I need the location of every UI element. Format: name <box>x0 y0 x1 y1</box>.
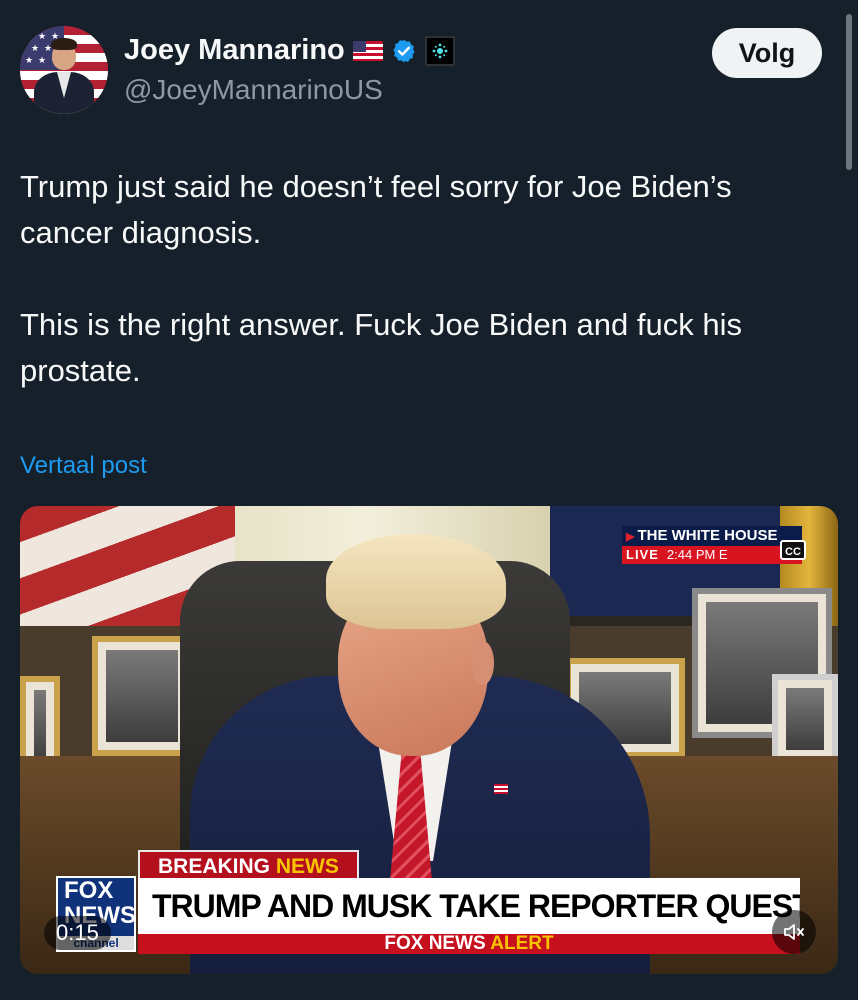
page-scrollbar[interactable] <box>846 14 852 170</box>
picture-frame <box>92 636 192 756</box>
post-header: ★★★ ★★ ★★★ Joey Mannarino @JoeyMannar <box>20 24 822 120</box>
bug-source: THE WHITE HOUSE <box>637 527 778 544</box>
author-name-row: Joey Mannarino <box>124 34 455 67</box>
affiliate-badge-icon[interactable] <box>424 35 455 66</box>
closed-captions-icon[interactable]: CC <box>780 540 806 560</box>
muted-speaker-icon <box>784 924 804 940</box>
author-handle[interactable]: @JoeyMannarinoUS <box>124 74 383 106</box>
verified-badge-icon[interactable] <box>391 38 417 64</box>
video-timestamp: 0:15 <box>44 916 111 950</box>
person-hair <box>326 534 506 629</box>
avatar[interactable]: ★★★ ★★ ★★★ <box>20 26 108 114</box>
news-headline: TRUMP AND MUSK TAKE REPORTER QUESTIONS <box>138 878 800 934</box>
play-triangle-icon: ▶ <box>626 531 635 543</box>
flag-pin <box>494 784 508 794</box>
us-flag-icon <box>352 40 383 61</box>
mute-button[interactable] <box>772 910 816 954</box>
post-paragraph: This is the right answer. Fuck Joe Biden… <box>20 307 742 388</box>
breaking-news-banner: BREAKING NEWS <box>138 850 359 880</box>
picture-frame <box>772 674 838 764</box>
fox-news-alert-bar: FOX NEWS ALERT <box>138 934 800 954</box>
post-text: Trump just said he doesn’t feel sorry fo… <box>20 164 830 394</box>
video-player[interactable]: ▶ THE WHITE HOUSE LIVE 2:44 PM E CC BREAK… <box>20 506 838 974</box>
bug-live: LIVE <box>622 546 663 564</box>
broadcast-bug: ▶ THE WHITE HOUSE LIVE 2:44 PM E <box>622 526 802 568</box>
post-paragraph: Trump just said he doesn’t feel sorry fo… <box>20 169 732 250</box>
translate-post-link[interactable]: Vertaal post <box>20 452 147 480</box>
follow-button[interactable]: Volg <box>712 28 822 78</box>
author-name[interactable]: Joey Mannarino <box>124 34 345 67</box>
